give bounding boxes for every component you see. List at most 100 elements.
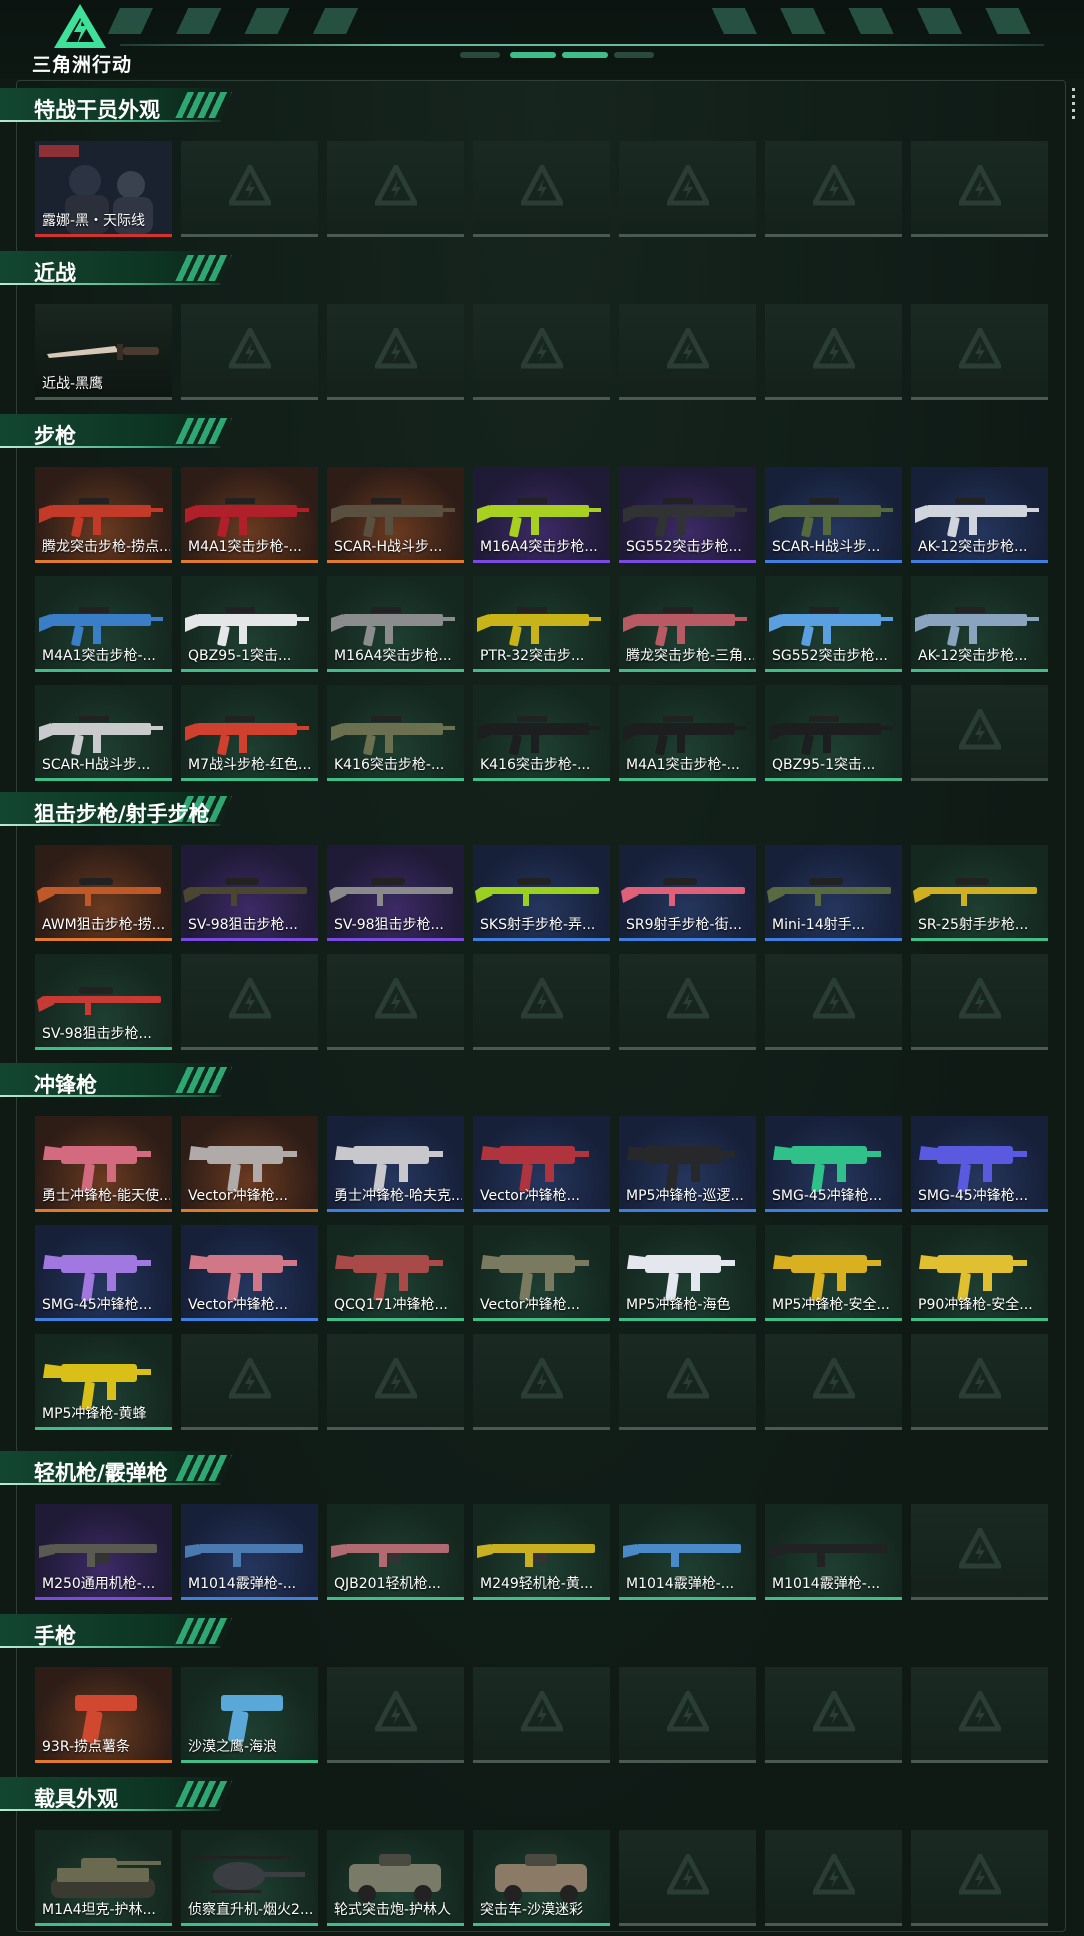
rarity-bar [327,1318,464,1321]
empty-slot-bar [911,1760,1048,1763]
skin-card[interactable]: SKS射手步枪-弄... [473,845,610,941]
skin-card[interactable]: 沙漠之鹰-海浪 [181,1667,318,1763]
skin-card[interactable]: SR-25射手步枪... [911,845,1048,941]
skin-card[interactable]: 露娜-黑・天际线 [35,141,172,237]
skin-card[interactable]: Vector冲锋枪... [473,1116,610,1212]
skin-card[interactable]: M1014霰弹枪-... [619,1504,756,1600]
rarity-bar [327,560,464,563]
skin-card[interactable]: M4A1突击步枪-... [35,576,172,672]
skin-card[interactable]: SMG-45冲锋枪... [35,1225,172,1321]
skin-card[interactable]: Vector冲锋枪... [181,1225,318,1321]
rarity-bar [181,778,318,781]
skin-card[interactable]: SCAR-H战斗步... [765,467,902,563]
empty-slot-placeholder [664,974,712,1024]
skin-card[interactable]: MP5冲锋枪-巡逻... [619,1116,756,1212]
skin-card[interactable]: SV-98狙击步枪... [327,845,464,941]
rarity-bar [619,1209,756,1212]
empty-slot-placeholder [518,324,566,374]
skin-name: Mini-14射手... [772,917,865,933]
rarity-bar [181,1318,318,1321]
skin-card[interactable]: 侦察直升机-烟火2... [181,1830,318,1926]
section-title: 载具外观 [34,1787,118,1811]
skin-card[interactable]: K416突击步枪-... [473,685,610,781]
skin-card[interactable]: M250通用机枪-... [35,1504,172,1600]
rarity-bar [619,938,756,941]
skin-card[interactable]: M16A4突击步枪... [327,576,464,672]
skin-card[interactable]: QBZ95-1突击... [765,685,902,781]
skin-card[interactable]: 腾龙突击步枪-三角... [619,576,756,672]
skin-name: M4A1突击步枪-... [626,757,740,773]
skin-card[interactable]: 轮式突击炮-护林人 [327,1830,464,1926]
skin-card[interactable]: QBZ95-1突击... [181,576,318,672]
header-stripes-right [704,8,1034,34]
skin-card[interactable]: M7战斗步枪-红色... [181,685,318,781]
skin-card[interactable]: M16A4突击步枪... [473,467,610,563]
skin-card[interactable]: P90冲锋枪-安全... [911,1225,1048,1321]
skin-card[interactable]: Vector冲锋枪... [473,1225,610,1321]
skin-card[interactable]: K416突击步枪-... [327,685,464,781]
skin-card[interactable]: MP5冲锋枪-海色 [619,1225,756,1321]
skin-card[interactable]: AWM狙击步枪-捞... [35,845,172,941]
skin-card[interactable]: AK-12突击步枪... [911,467,1048,563]
skin-card[interactable]: SV-98狙击步枪... [181,845,318,941]
skin-card[interactable]: M4A1突击步枪-... [181,467,318,563]
skin-card[interactable]: 勇士冲锋枪-能天使... [35,1116,172,1212]
empty-slot-logo-icon [956,974,1004,1019]
skin-card[interactable]: 近战-黑鹰 [35,304,172,400]
skin-card[interactable]: MP5冲锋枪-安全... [765,1225,902,1321]
rarity-bar [327,938,464,941]
empty-slot [765,1334,902,1430]
skin-card[interactable]: M249轻机枪-黄... [473,1504,610,1600]
delta-logo-icon [54,4,106,48]
skin-card[interactable]: MP5冲锋枪-黄蜂 [35,1334,172,1430]
skin-card[interactable]: M4A1突击步枪-... [619,685,756,781]
skin-card[interactable]: QCQ171冲锋枪... [327,1225,464,1321]
empty-slot [473,954,610,1050]
empty-slot-logo-icon [810,1354,858,1399]
skin-card[interactable]: 突击车-沙漠迷彩 [473,1830,610,1926]
skin-card[interactable]: 腾龙突击步枪-捞点... [35,467,172,563]
skin-card[interactable]: SV-98狙击步枪... [35,954,172,1050]
skin-name: PTR-32突击步... [480,648,585,664]
skin-card[interactable]: SG552突击步枪... [619,467,756,563]
section-title: 近战 [34,261,76,285]
skin-name: M1014霰弹枪-... [626,1576,735,1592]
scrollbar[interactable] [1072,88,1076,128]
empty-slot-bar [473,397,610,400]
empty-slot [911,1504,1048,1600]
empty-slot [327,1667,464,1763]
rarity-bar [35,560,172,563]
skin-card[interactable]: SCAR-H战斗步... [327,467,464,563]
rarity-bar [911,1209,1048,1212]
skin-name: QBZ95-1突击... [188,648,292,664]
skin-card[interactable]: M1A4坦克-护林... [35,1830,172,1926]
skin-card[interactable]: SMG-45冲锋枪... [765,1116,902,1212]
empty-slot-placeholder [956,324,1004,374]
rarity-bar [181,1923,318,1926]
empty-slot-placeholder [226,324,274,374]
logo-text: 三角洲行动 [32,54,133,76]
empty-slot-logo-icon [226,161,274,206]
empty-slot-logo-icon [664,1687,712,1732]
empty-slot-logo-icon [518,161,566,206]
skin-card[interactable]: SR9射手步枪-街... [619,845,756,941]
empty-slot-bar [181,397,318,400]
skin-card[interactable]: SMG-45冲锋枪... [911,1116,1048,1212]
skin-name: SKS射手步枪-弄... [480,917,596,933]
skin-card[interactable]: PTR-32突击步... [473,576,610,672]
rarity-bar [473,1318,610,1321]
rarity-bar [181,1760,318,1763]
skin-card[interactable]: AK-12突击步枪... [911,576,1048,672]
skin-card[interactable]: SG552突击步枪... [765,576,902,672]
rarity-bar [181,1597,318,1600]
skin-card[interactable]: SCAR-H战斗步... [35,685,172,781]
skin-card[interactable]: M1014霰弹枪-... [765,1504,902,1600]
skin-name: 突击车-沙漠迷彩 [480,1902,584,1918]
skin-card[interactable]: Mini-14射手... [765,845,902,941]
skin-card[interactable]: M1014霰弹枪-... [181,1504,318,1600]
skin-name: M1A4坦克-护林... [42,1902,156,1918]
skin-card[interactable]: Vector冲锋枪... [181,1116,318,1212]
skin-card[interactable]: 93R-捞点薯条 [35,1667,172,1763]
skin-card[interactable]: 勇士冲锋枪-哈夫克... [327,1116,464,1212]
skin-card[interactable]: QJB201轻机枪... [327,1504,464,1600]
